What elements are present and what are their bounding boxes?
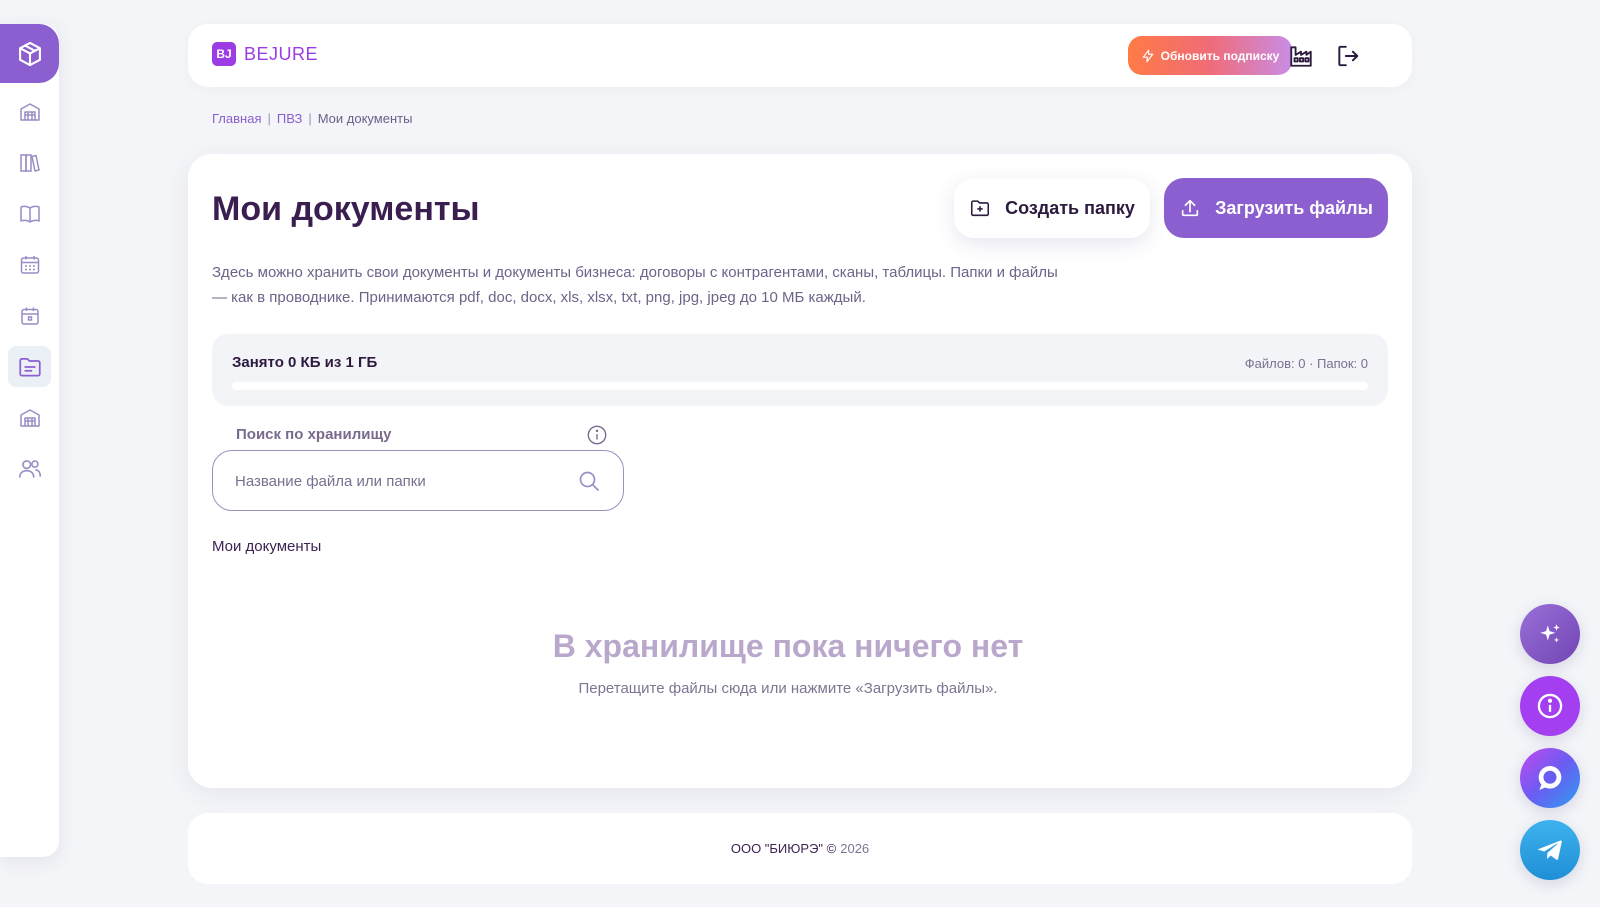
lightning-icon: [1142, 49, 1153, 62]
logout-icon[interactable]: [1335, 43, 1361, 69]
factory-icon[interactable]: [1288, 43, 1314, 69]
search-field[interactable]: [212, 450, 624, 511]
storage-used-text: Занято 0 КБ из 1 ГБ: [232, 354, 378, 371]
search-input[interactable]: [235, 469, 565, 493]
storage-usage-panel: Занято 0 КБ из 1 ГБ Файлов: 0 · Папок: 0: [212, 334, 1388, 406]
upload-icon: [1181, 199, 1199, 217]
breadcrumb-current: Мои документы: [317, 111, 413, 126]
breadcrumb-separator: |: [267, 111, 271, 126]
footer-company: ООО "БИЮРЭ" ©: [730, 841, 837, 856]
upgrade-subscription-label: Обновить подписку: [1160, 48, 1280, 63]
ai-assistant-button[interactable]: [1520, 604, 1580, 664]
open-book-icon: [19, 205, 40, 223]
book-stack-icon: [19, 153, 40, 172]
sidebar-item-home[interactable]: [8, 91, 51, 132]
page-title: Мои документы: [212, 190, 480, 228]
storage-counts-text: Файлов: 0 · Папок: 0: [1244, 356, 1368, 371]
sidebar: [0, 24, 59, 857]
search-label: Поиск по хранилищу: [236, 426, 392, 443]
calendar-icon: [20, 307, 39, 325]
folder-plus-icon: [971, 200, 990, 217]
info-circle-icon: [1537, 693, 1563, 719]
sidebar-item-schedule[interactable]: [8, 244, 51, 285]
page-description: Здесь можно хранить свои документы и док…: [212, 264, 1058, 306]
users-icon: [18, 459, 41, 478]
sidebar-item-calendar[interactable]: [8, 295, 51, 336]
brand-name: BEJURE: [244, 43, 319, 64]
sidebar-item-users[interactable]: [8, 448, 51, 489]
breadcrumb-separator: |: [308, 111, 312, 126]
sidebar-item-catalog[interactable]: [8, 142, 51, 183]
upgrade-subscription-button[interactable]: Обновить подписку: [1128, 36, 1292, 75]
info-icon[interactable]: [586, 424, 608, 446]
sidebar-item-pvz[interactable]: [8, 397, 51, 438]
brand-mark: BJ: [212, 42, 236, 66]
top-header: BJ BEJURE Обновить подписку: [188, 24, 1412, 87]
sidebar-item-documents[interactable]: [8, 346, 51, 387]
help-info-button[interactable]: [1520, 676, 1580, 736]
documents-card: Мои документы Создать папку Загрузить фа…: [188, 154, 1412, 788]
storage-progress-bar: [232, 382, 1368, 390]
breadcrumb: Главная | ПВЗ | Мои документы: [212, 111, 412, 126]
folder-path-root[interactable]: Мои документы: [212, 538, 321, 555]
brand-logo[interactable]: BJ BEJURE: [212, 42, 318, 66]
empty-state-title: В хранилище пока ничего нет: [552, 628, 1024, 664]
warehouse-icon: [19, 102, 40, 121]
calendar-grid-icon: [20, 255, 39, 274]
create-folder-button[interactable]: Создать папку: [954, 178, 1150, 238]
telegram-button[interactable]: [1520, 820, 1580, 880]
breadcrumb-home[interactable]: Главная: [212, 111, 261, 126]
chat-bubble-icon: [1538, 765, 1562, 791]
sidebar-item-guide[interactable]: [8, 193, 51, 234]
search-icon[interactable]: [577, 469, 601, 493]
create-folder-label: Создать папку: [1005, 197, 1135, 218]
footer: ООО "БИЮРЭ" © 2026: [188, 813, 1412, 884]
telegram-icon: [1538, 840, 1562, 860]
warehouse-icon: [19, 408, 40, 427]
sparkles-icon: [1540, 624, 1560, 643]
upload-files-button[interactable]: Загрузить файлы: [1164, 178, 1388, 238]
chat-button[interactable]: [1520, 748, 1580, 808]
cube-icon: [18, 41, 41, 66]
folder-icon: [18, 357, 41, 377]
app-logo-button[interactable]: [0, 24, 59, 83]
breadcrumb-pvz[interactable]: ПВЗ: [277, 111, 302, 126]
footer-year: 2026: [840, 841, 870, 856]
upload-files-label: Загрузить файлы: [1215, 197, 1373, 218]
empty-state-hint: Перетащите файлы сюда или нажмите «Загру…: [578, 680, 998, 697]
